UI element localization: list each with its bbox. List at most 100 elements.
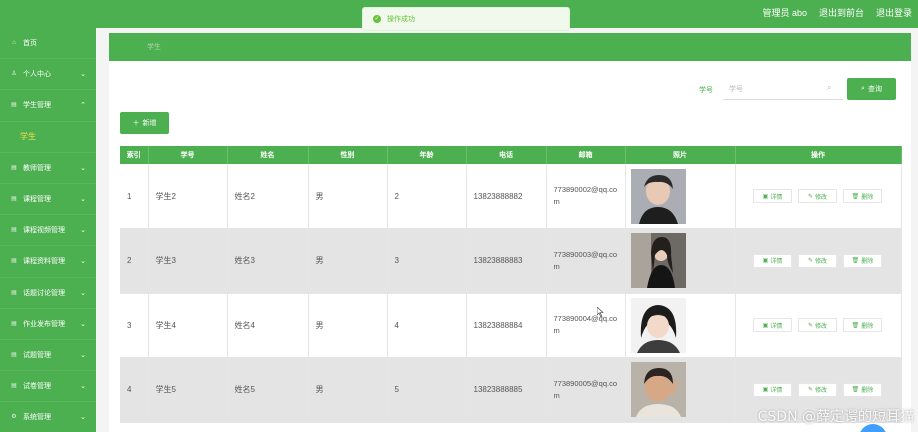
search-icon: ⌕ <box>861 85 865 92</box>
cell-student-id: 学生2 <box>148 164 228 229</box>
sidebar-item-topic-discussion-management[interactable]: ▤ 话题讨论管理 ⌄ <box>0 278 96 309</box>
gear-icon: ⚙ <box>11 414 17 421</box>
chevron-down-icon: ⌄ <box>80 383 86 391</box>
delete-button[interactable]: 🗑 删除 <box>843 382 882 397</box>
cell-photo <box>625 164 736 229</box>
delete-button[interactable]: 🗑 删除 <box>843 253 882 268</box>
cell-name: 姓名4 <box>227 293 309 358</box>
sidebar-subitem-student[interactable]: 学生 <box>0 122 96 153</box>
column-header-index: 索引 <box>120 146 149 164</box>
cell-name: 姓名3 <box>227 228 309 294</box>
cell-student-id: 学生5 <box>148 357 228 423</box>
student-photo[interactable] <box>630 233 686 289</box>
sidebar-item-label: 系统管理 <box>23 414 51 422</box>
doc-icon: ▤ <box>11 258 17 265</box>
trash-icon: 🗑 <box>851 193 860 200</box>
student-table: 索引 学号 姓名 性别 年龄 电话 邮箱 照片 操作 1 学生2 姓名2 男 2… <box>120 146 902 423</box>
table-row: 3 学生4 姓名4 男 4 13823888884 773890004@qq.c… <box>120 293 902 358</box>
detail-label: 详情 <box>770 388 783 395</box>
cell-email: 773890005@qq.com <box>546 357 626 423</box>
sidebar-item-label: 学生 <box>20 132 36 142</box>
sidebar-item-course-video-management[interactable]: ▤ 课程视频管理 ⌄ <box>0 215 96 247</box>
breadcrumb: 学生 <box>109 33 911 61</box>
cell-phone: 13823888882 <box>466 164 547 229</box>
sidebar-item-profile[interactable]: ♙ 个人中心 ⌄ <box>0 59 96 91</box>
edit-icon: ✎ <box>807 258 813 265</box>
logout-link[interactable]: 退出登录 <box>876 6 912 19</box>
user-icon: ♙ <box>11 71 17 78</box>
sidebar-item-system-management[interactable]: ⚙ 系统管理 ⌄ <box>0 402 96 432</box>
delete-label: 删除 <box>861 259 874 266</box>
edit-icon: ✎ <box>807 387 813 394</box>
detail-label: 详情 <box>770 194 783 201</box>
admin-user-label: 管理员 abo <box>762 8 807 18</box>
student-photo[interactable] <box>630 362 686 418</box>
column-header-gender: 性别 <box>308 146 388 164</box>
search-field-icon: ⌕ <box>827 83 832 92</box>
sidebar-item-exam-paper-management[interactable]: ▤ 试卷管理 ⌄ <box>0 371 96 403</box>
detail-button[interactable]: ▣ 详情 <box>753 382 792 397</box>
sidebar-item-student-management[interactable]: ▤ 学生管理 ⌃ <box>0 90 96 122</box>
add-button[interactable]: ＋ 新增 <box>120 112 169 134</box>
edit-button[interactable]: ✎ 修改 <box>798 382 837 397</box>
sidebar-item-course-material-management[interactable]: ▤ 课程资料管理 ⌄ <box>0 246 96 278</box>
chevron-down-icon: ⌄ <box>80 196 86 204</box>
mouse-cursor-icon <box>597 307 604 317</box>
edit-label: 修改 <box>815 194 828 201</box>
column-header-student-id: 学号 <box>148 146 228 164</box>
student-photo[interactable] <box>630 168 686 224</box>
chevron-down-icon: ⌄ <box>80 351 86 359</box>
column-header-email: 邮箱 <box>546 146 626 164</box>
search-input[interactable] <box>723 79 843 100</box>
sidebar-item-label: 课程视频管理 <box>23 227 65 235</box>
cell-name: 姓名2 <box>227 164 309 229</box>
doc-icon: ▤ <box>11 320 17 327</box>
sidebar-item-question-management[interactable]: ▤ 试题管理 ⌄ <box>0 340 96 372</box>
sidebar-item-label: 课程资料管理 <box>23 258 65 266</box>
cell-email: 773890003@qq.com <box>546 228 626 294</box>
doc-icon: ▤ <box>11 102 17 109</box>
sidebar-item-homework-management[interactable]: ▤ 作业发布管理 ⌄ <box>0 309 96 340</box>
edit-button[interactable]: ✎ 修改 <box>798 318 837 333</box>
cell-index: 4 <box>120 357 149 423</box>
delete-label: 删除 <box>861 388 874 395</box>
cell-age: 2 <box>387 164 467 229</box>
edit-button[interactable]: ✎ 修改 <box>798 189 837 203</box>
sidebar-item-home[interactable]: ⌂ 首页 <box>0 28 96 60</box>
detail-label: 详情 <box>770 323 783 330</box>
delete-button[interactable]: 🗑 删除 <box>843 189 882 203</box>
column-header-photo: 照片 <box>625 146 736 164</box>
query-button[interactable]: ⌕ 查询 <box>847 78 896 100</box>
main-panel: 学生 学号 ⌕ ⌕ 查询 ＋ 新增 索引 学号 姓名 性别 年龄 电话 邮箱 照… <box>109 33 911 432</box>
doc-icon: ▤ <box>11 164 17 171</box>
cell-actions: ▣ 详情 ✎ 修改 🗑 删除 <box>735 228 902 294</box>
sidebar: ⌂ 首页 ♙ 个人中心 ⌄ ▤ 学生管理 ⌃ 学生 ▤ 教师管理 ⌄ ▤ 课程管… <box>0 28 96 432</box>
sidebar-item-teacher-management[interactable]: ▤ 教师管理 ⌄ <box>0 153 96 184</box>
cell-email: 773890004@qq.com <box>546 293 626 358</box>
doc-icon: ▤ <box>11 289 17 296</box>
chevron-down-icon: ⌄ <box>80 227 86 235</box>
sidebar-item-course-management[interactable]: ▤ 课程管理 ⌄ <box>0 184 96 216</box>
breadcrumb-current[interactable]: 学生 <box>147 42 161 52</box>
back-to-frontend-link[interactable]: 退出到前台 <box>819 6 864 19</box>
detail-button[interactable]: ▣ 详情 <box>753 253 792 268</box>
success-toast: ✓ 操作成功 <box>362 7 570 31</box>
student-photo[interactable] <box>630 297 686 353</box>
toast-message: 操作成功 <box>387 16 415 23</box>
edit-button[interactable]: ✎ 修改 <box>798 253 837 268</box>
doc-icon: ▤ <box>11 351 17 358</box>
cell-actions: ▣ 详情 ✎ 修改 🗑 删除 <box>735 164 902 229</box>
cell-photo <box>625 293 736 358</box>
detail-button[interactable]: ▣ 详情 <box>753 318 792 333</box>
sidebar-item-label: 个人中心 <box>23 71 51 79</box>
sidebar-item-label: 作业发布管理 <box>23 320 65 328</box>
cell-age: 3 <box>387 228 467 294</box>
chevron-down-icon: ⌄ <box>80 71 86 79</box>
cell-gender: 男 <box>308 164 388 229</box>
sidebar-item-label: 课程管理 <box>23 196 51 204</box>
chevron-down-icon: ⌄ <box>80 258 86 266</box>
success-check-icon: ✓ <box>373 15 381 23</box>
detail-button[interactable]: ▣ 详情 <box>753 189 792 203</box>
delete-button[interactable]: 🗑 删除 <box>843 318 882 333</box>
detail-icon: ▣ <box>762 193 769 200</box>
